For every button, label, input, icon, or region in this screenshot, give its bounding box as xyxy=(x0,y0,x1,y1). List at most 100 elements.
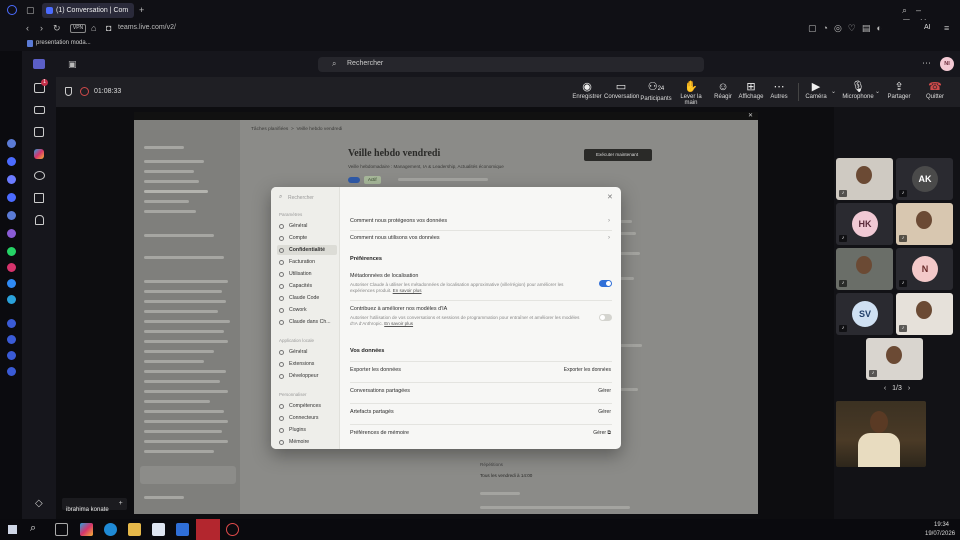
sidebar-app-6-icon[interactable] xyxy=(7,229,16,238)
nav-app-item[interactable]: Extensions xyxy=(277,359,337,369)
leave-button[interactable]: ☎ Quitter xyxy=(918,80,952,100)
clock-time[interactable]: 19:34 xyxy=(934,522,949,528)
data-row-action-button[interactable]: Exporter les données xyxy=(521,367,611,373)
pager-next-icon[interactable]: › xyxy=(908,385,910,392)
bookmark-presentation[interactable]: presentation moda... xyxy=(36,40,91,46)
browser-taskbar-icon[interactable] xyxy=(226,523,239,536)
chat-button[interactable]: ▭ Conversation xyxy=(604,80,639,100)
data-row-action-button[interactable]: Gérer ⧉ xyxy=(521,430,611,436)
copilot-taskbar-icon[interactable] xyxy=(80,523,93,536)
copilot-icon[interactable] xyxy=(34,149,44,159)
participant-avatar-tile[interactable]: HK ♪ xyxy=(836,203,893,245)
raise-hand-button[interactable]: ✋ Lever la main xyxy=(674,80,708,106)
taskbar-search-icon[interactable]: ⌕ xyxy=(30,522,36,535)
shield-icon[interactable] xyxy=(65,87,72,96)
browser-toolbar-icons[interactable]: ▢◔◎♡▤◐ xyxy=(808,22,888,34)
settings-search[interactable]: ⌕ Rechercher xyxy=(277,193,335,203)
nav-params-item[interactable]: Capacités xyxy=(277,281,337,291)
file-explorer-icon[interactable] xyxy=(128,523,141,536)
sidebar-app-9-icon[interactable] xyxy=(7,351,16,360)
nav-perso-item[interactable]: Mémoire xyxy=(277,437,337,447)
telegram-icon[interactable] xyxy=(7,295,16,304)
sidebar-app-3-icon[interactable] xyxy=(7,175,16,184)
participant-avatar-tile[interactable]: SV ♪ xyxy=(836,293,893,335)
participant-video-tile[interactable]: ♪ xyxy=(896,293,953,335)
location-learn-more[interactable]: En savoir plus xyxy=(393,288,422,293)
new-tab-button[interactable]: + xyxy=(139,4,144,16)
presenter-more-icon[interactable]: + xyxy=(119,498,123,510)
nav-params-item[interactable]: Confidentialité xyxy=(277,245,337,255)
ai-button[interactable]: AI xyxy=(924,24,931,31)
forward-icon[interactable]: › xyxy=(40,22,43,34)
store-icon[interactable] xyxy=(152,523,165,536)
sidebar-app-1-icon[interactable] xyxy=(7,139,16,148)
link-protect-data[interactable]: Comment nous protégeons vos données › xyxy=(350,218,612,224)
browser-menu-icon[interactable]: ≡ xyxy=(944,22,949,34)
location-toggle[interactable] xyxy=(599,280,612,287)
task-view-icon[interactable] xyxy=(55,523,68,536)
nav-params-item[interactable]: Utilisation xyxy=(277,269,337,279)
participant-avatar-tile[interactable]: AK ♪ xyxy=(896,158,953,200)
nav-perso-item[interactable]: Plugins xyxy=(277,425,337,435)
nav-params-item[interactable]: Claude dans Ch... xyxy=(277,317,337,327)
nav-params-item[interactable]: Cowork xyxy=(277,305,337,315)
sidebar-app-7-icon[interactable] xyxy=(7,319,16,328)
share-button[interactable]: ⇪ Partager xyxy=(882,80,916,100)
nav-params-item[interactable]: Facturation xyxy=(277,257,337,267)
teams-search-box[interactable]: ⌕ Rechercher xyxy=(318,57,704,72)
more-button[interactable]: ⋯ Autres xyxy=(762,80,796,100)
pager-prev-icon[interactable]: ‹ xyxy=(884,385,886,392)
premium-diamond-icon[interactable]: ◇ xyxy=(35,498,43,509)
improve-toggle[interactable] xyxy=(599,314,612,321)
settings-icon[interactable] xyxy=(7,367,16,376)
record-button[interactable]: ◉ Enregistrer xyxy=(570,80,604,100)
mail-icon[interactable] xyxy=(176,523,189,536)
tab-overview-icon[interactable]: ▢ xyxy=(26,4,35,16)
reload-icon[interactable]: ↻ xyxy=(53,22,61,34)
browser-tab-teams[interactable]: (1) Conversation | Com xyxy=(42,3,134,18)
sidebar-app-8-icon[interactable] xyxy=(7,335,16,344)
sidebar-app-4-icon[interactable] xyxy=(7,193,16,202)
meet-icon[interactable] xyxy=(34,106,45,114)
more-options-icon[interactable]: ⋯ xyxy=(922,57,931,69)
whatsapp-icon[interactable] xyxy=(7,247,16,256)
toggle-panel-icon[interactable]: ▣ xyxy=(68,58,77,70)
back-icon[interactable]: ‹ xyxy=(26,22,29,34)
nav-app-item[interactable]: Général xyxy=(277,347,337,357)
camera-button[interactable]: ▶ Caméra xyxy=(799,80,833,100)
url-text[interactable]: teams.live.com/v2/ xyxy=(118,24,176,31)
participant-video-tile[interactable]: ♪ xyxy=(896,203,953,245)
edge-icon[interactable] xyxy=(104,523,117,536)
nav-params-item[interactable]: Compte xyxy=(277,233,337,243)
taskbar-app-red[interactable] xyxy=(196,519,220,540)
community-icon[interactable] xyxy=(34,171,45,180)
nav-params-item[interactable]: Général xyxy=(277,221,337,231)
participants-button[interactable]: ⚇24 Participants xyxy=(639,80,673,102)
data-row-action-button[interactable]: Gérer xyxy=(521,409,611,415)
clock-date[interactable]: 19/07/2026 xyxy=(925,531,955,537)
nav-app-item[interactable]: Développeur xyxy=(277,371,337,381)
windows-start-icon[interactable] xyxy=(8,525,17,534)
link-use-data[interactable]: Comment nous utilisons vos données › xyxy=(350,235,612,241)
participant-video-tile[interactable]: ♪ xyxy=(836,248,893,290)
messenger-icon[interactable] xyxy=(7,279,16,288)
user-avatar[interactable]: NI xyxy=(940,57,954,71)
sidebar-app-2-icon[interactable] xyxy=(7,157,16,166)
data-row-action-button[interactable]: Gérer xyxy=(521,388,611,394)
participant-avatar-tile[interactable]: N ♪ xyxy=(896,248,953,290)
instagram-icon[interactable] xyxy=(7,263,16,272)
participant-video-tile[interactable]: ♪ xyxy=(836,158,893,200)
browser-logo-icon[interactable] xyxy=(7,5,17,15)
camera-options-chevron-icon[interactable]: ⌄ xyxy=(831,88,836,95)
participant-video-tile[interactable]: ♪ xyxy=(866,338,923,380)
improve-learn-more[interactable]: En savoir plus xyxy=(384,321,413,326)
nav-perso-item[interactable]: Connecteurs xyxy=(277,413,337,423)
nav-perso-item[interactable]: Compétences xyxy=(277,401,337,411)
home-icon[interactable]: ⌂ xyxy=(91,22,96,34)
calendar-icon[interactable] xyxy=(34,127,44,137)
nav-params-item[interactable]: Claude Code xyxy=(277,293,337,303)
vpn-badge[interactable]: VPN xyxy=(70,24,86,33)
modal-close-icon[interactable]: ✕ xyxy=(607,193,613,201)
sidebar-app-5-icon[interactable] xyxy=(7,211,16,220)
mic-options-chevron-icon[interactable]: ⌄ xyxy=(875,88,880,95)
